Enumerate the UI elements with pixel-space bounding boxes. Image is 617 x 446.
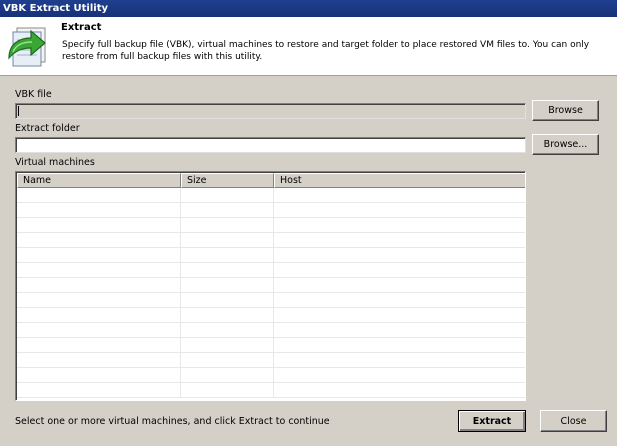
- list-cell: [181, 278, 274, 292]
- list-cell: [274, 383, 525, 397]
- list-empty-row: [17, 308, 525, 323]
- virtual-machines-list[interactable]: Name Size Host: [15, 171, 526, 401]
- vbk-file-field[interactable]: [15, 103, 526, 119]
- list-cell: [17, 248, 181, 262]
- list-cell: [17, 353, 181, 367]
- list-cell: [17, 263, 181, 277]
- column-header-size[interactable]: Size: [181, 173, 274, 188]
- list-cell: [181, 293, 274, 307]
- column-header-host[interactable]: Host: [274, 173, 525, 188]
- list-cell: [181, 323, 274, 337]
- list-cell: [181, 353, 274, 367]
- list-cell: [181, 218, 274, 232]
- extract-arrow-icon: [5, 22, 51, 68]
- list-empty-row: [17, 278, 525, 293]
- list-cell: [17, 368, 181, 382]
- footer-hint: Select one or more virtual machines, and…: [15, 416, 330, 427]
- list-cell: [274, 233, 525, 247]
- list-cell: [274, 218, 525, 232]
- list-cell: [181, 368, 274, 382]
- list-empty-row: [17, 248, 525, 263]
- list-cell: [17, 188, 181, 202]
- column-header-name[interactable]: Name: [17, 173, 181, 188]
- list-empty-row: [17, 368, 525, 383]
- list-cell: [17, 383, 181, 397]
- list-cell: [181, 383, 274, 397]
- list-cell: [181, 233, 274, 247]
- list-cell: [17, 203, 181, 217]
- list-empty-row: [17, 353, 525, 368]
- wizard-header: Extract Specify full backup file (VBK), …: [0, 17, 617, 76]
- header-title: Extract: [61, 22, 102, 33]
- header-description: Specify full backup file (VBK), virtual …: [62, 40, 590, 62]
- list-empty-row: [17, 233, 525, 248]
- list-empty-row: [17, 263, 525, 278]
- list-empty-row: [17, 338, 525, 353]
- window-title: VBK Extract Utility: [3, 3, 109, 14]
- list-empty-row: [17, 218, 525, 233]
- list-cell: [17, 293, 181, 307]
- list-cell: [181, 248, 274, 262]
- list-empty-row: [17, 383, 525, 398]
- text-caret: [18, 106, 19, 116]
- virtual-machines-label: Virtual machines: [15, 157, 95, 168]
- list-cell: [274, 323, 525, 337]
- extract-button[interactable]: Extract: [458, 410, 526, 432]
- list-cell: [181, 308, 274, 322]
- list-cell: [181, 263, 274, 277]
- list-header: Name Size Host: [17, 173, 525, 188]
- list-cell: [17, 308, 181, 322]
- list-cell: [274, 248, 525, 262]
- extract-folder-browse-button[interactable]: Browse...: [532, 134, 599, 155]
- close-button[interactable]: Close: [540, 410, 607, 432]
- list-empty-row: [17, 323, 525, 338]
- list-cell: [17, 278, 181, 292]
- extract-folder-label: Extract folder: [15, 123, 80, 134]
- list-empty-row: [17, 188, 525, 203]
- vbk-file-label: VBK file: [15, 89, 52, 100]
- window-titlebar[interactable]: VBK Extract Utility: [0, 0, 617, 17]
- list-cell: [17, 323, 181, 337]
- list-cell: [274, 278, 525, 292]
- list-cell: [274, 293, 525, 307]
- list-empty-row: [17, 203, 525, 218]
- list-cell: [274, 308, 525, 322]
- list-cell: [17, 338, 181, 352]
- vbk-browse-button[interactable]: Browse: [532, 100, 599, 121]
- list-empty-row: [17, 293, 525, 308]
- list-cell: [274, 338, 525, 352]
- list-cell: [274, 188, 525, 202]
- list-cell: [274, 368, 525, 382]
- list-cell: [274, 203, 525, 217]
- list-cell: [17, 218, 181, 232]
- list-cell: [17, 233, 181, 247]
- list-cell: [181, 338, 274, 352]
- list-cell: [274, 263, 525, 277]
- extract-folder-field[interactable]: [15, 137, 526, 153]
- list-cell: [181, 203, 274, 217]
- list-cell: [274, 353, 525, 367]
- list-cell: [181, 188, 274, 202]
